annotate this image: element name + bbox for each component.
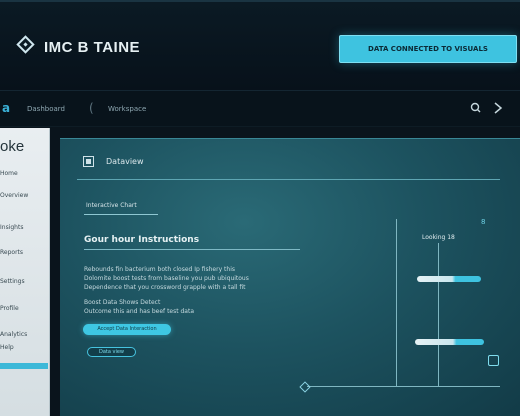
toolbar-logo[interactable]: a [2,101,10,115]
expand-icon[interactable] [488,355,499,366]
section-divider [84,249,300,250]
breadcrumb-separator: ( [89,101,94,115]
panel-divider [77,179,500,180]
main-panel: Dataview Interactive Chart Gour hour Ins… [60,138,520,416]
cursor-icon[interactable] [491,100,505,116]
accept-data-button[interactable]: Accept Data Interaction [83,324,171,335]
body-text-line: Dependence that you crossword grapple wi… [84,284,246,291]
section-title: Gour hour Instructions [84,235,200,245]
sidebar-item-profile[interactable]: Profile [0,305,19,312]
chart-marker-label: 8 [481,218,486,226]
chart-slider-bar[interactable] [417,276,481,282]
data-view-button[interactable]: Data view [87,347,136,357]
breadcrumb-dashboard[interactable]: Dashboard [27,105,65,113]
sidebar: oke Home Overview Insights Reports Setti… [0,128,50,416]
sidebar-item-analytics[interactable]: Analytics [0,331,27,338]
body-text-line: Boost Data Shows Detect [84,299,161,306]
sidebar-item-insights[interactable]: Insights [0,224,23,231]
breadcrumb-workspace[interactable]: Workspace [108,105,146,113]
logo-icon [16,35,35,54]
sidebar-title: oke [0,138,25,155]
chart-guide-line [396,219,397,386]
sidebar-item-help[interactable]: Help [0,344,14,351]
sidebar-item-settings[interactable]: Settings [0,278,25,285]
body-text-line: Rebounds fin bacterium both closed Ip fi… [84,266,235,273]
search-icon[interactable] [469,100,483,116]
body-text-line: Dolomite boost tests from baseline you p… [84,275,249,282]
panel-icon [83,156,94,167]
sidebar-active-indicator[interactable] [0,363,48,369]
panel-title: Dataview [106,157,144,166]
sidebar-item-home[interactable]: Home [0,170,18,177]
connect-data-button[interactable]: DATA CONNECTED TO VISUALS [339,35,517,63]
chart-label: Looking 18 [422,234,455,241]
tab-underline [84,214,158,215]
sidebar-item-reports[interactable]: Reports [0,249,23,256]
diamond-handle-icon[interactable] [299,381,311,393]
app-title: IMC B TAINE [44,39,141,56]
app-header: IMC B TAINE DATA CONNECTED TO VISUALS [0,0,520,90]
chart-slider-bar[interactable] [415,339,484,345]
toolbar: a Dashboard ( Workspace [0,90,520,127]
chart-guide-line [438,243,439,386]
tab-interactive-chart[interactable]: Interactive Chart [86,202,137,209]
body-text-line: Outcome this and has beef test data [84,308,195,315]
chart-axis [307,386,500,387]
sidebar-item-overview[interactable]: Overview [0,192,28,199]
